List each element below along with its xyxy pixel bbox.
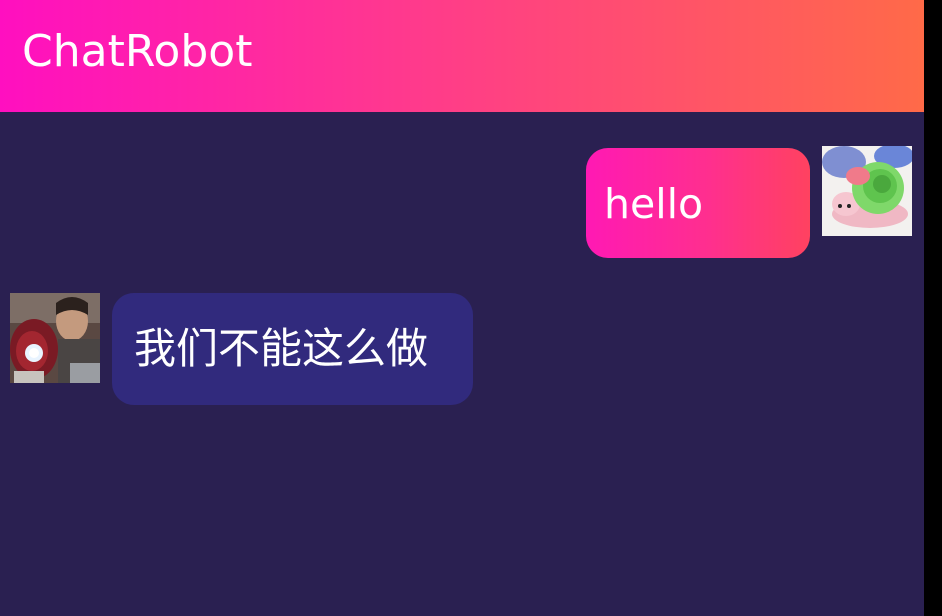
incoming-message-text: 我们不能这么做 [134, 324, 429, 373]
chat-screen: ChatRobot hello 我们不能这么做 [0, 0, 924, 616]
iron-man-avatar-icon [10, 293, 100, 383]
app-bar: ChatRobot [0, 0, 924, 112]
screen-edge [924, 0, 942, 616]
robot-avatar[interactable] [10, 293, 100, 383]
user-avatar[interactable] [822, 146, 912, 236]
outgoing-message-text: hello [604, 180, 704, 228]
snail-toy-avatar-icon [822, 146, 912, 236]
incoming-message-bubble[interactable]: 我们不能这么做 [112, 293, 473, 405]
outgoing-message-bubble[interactable]: hello [586, 148, 810, 258]
app-title: ChatRobot [22, 26, 253, 77]
